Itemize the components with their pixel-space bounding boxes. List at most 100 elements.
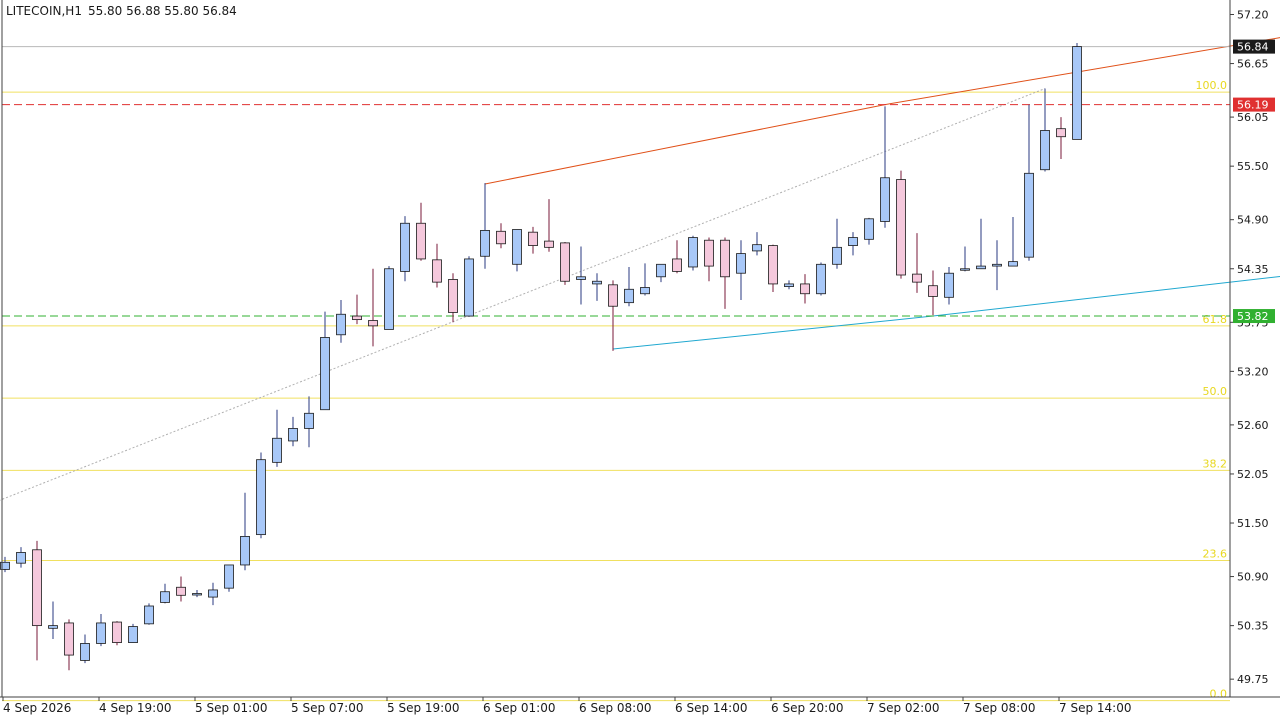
candle[interactable] bbox=[672, 240, 682, 274]
candle[interactable] bbox=[512, 229, 522, 272]
candle-body bbox=[400, 222, 410, 272]
candle[interactable] bbox=[464, 256, 474, 317]
upper-trend-line[interactable] bbox=[484, 37, 1280, 185]
y-tick-label: 57.20 bbox=[1237, 8, 1269, 21]
candle[interactable] bbox=[352, 294, 362, 325]
candle[interactable] bbox=[80, 634, 90, 664]
candle-body bbox=[928, 285, 938, 297]
candle[interactable] bbox=[624, 266, 634, 307]
candle[interactable] bbox=[256, 452, 266, 539]
candle[interactable] bbox=[448, 273, 458, 323]
candle[interactable] bbox=[688, 235, 698, 271]
candle[interactable] bbox=[768, 244, 778, 292]
candle-body bbox=[592, 280, 602, 285]
x-tick-label: 6 Sep 01:00 bbox=[483, 701, 555, 715]
candle[interactable] bbox=[640, 263, 650, 296]
candle[interactable] bbox=[240, 492, 250, 571]
candle[interactable] bbox=[208, 582, 218, 606]
candle[interactable] bbox=[32, 540, 42, 661]
candlestick-chart[interactable]: 100.0 61.8 50.0 38.2 23.6 0.0 57.20 56.65 56.05… bbox=[0, 0, 1280, 720]
candle[interactable] bbox=[928, 270, 938, 316]
candle-body bbox=[944, 272, 954, 298]
candle[interactable] bbox=[288, 416, 298, 447]
candle-body bbox=[752, 244, 762, 252]
candle[interactable] bbox=[720, 237, 730, 309]
candle[interactable] bbox=[176, 576, 186, 602]
candle[interactable] bbox=[64, 619, 74, 671]
candle[interactable] bbox=[880, 106, 890, 228]
candle[interactable] bbox=[1072, 43, 1082, 140]
candle[interactable] bbox=[528, 226, 538, 254]
candle[interactable] bbox=[736, 240, 746, 300]
candle-body bbox=[48, 625, 58, 629]
candle[interactable] bbox=[704, 237, 714, 282]
candle[interactable] bbox=[544, 199, 554, 252]
candle[interactable] bbox=[896, 170, 906, 279]
y-tick-label: 50.90 bbox=[1237, 571, 1269, 584]
candle-body bbox=[80, 643, 90, 661]
candle-body bbox=[480, 229, 490, 257]
fib-label: 0.0 bbox=[1210, 688, 1228, 701]
fib-label: 50.0 bbox=[1203, 385, 1228, 398]
candle[interactable] bbox=[816, 262, 826, 296]
candle-body bbox=[688, 237, 698, 268]
candle-body bbox=[1072, 46, 1082, 140]
candle[interactable] bbox=[192, 589, 202, 598]
candle[interactable] bbox=[144, 603, 154, 625]
candle[interactable] bbox=[160, 583, 170, 604]
candle[interactable] bbox=[304, 396, 314, 448]
candle[interactable] bbox=[832, 218, 842, 269]
candle[interactable] bbox=[496, 223, 506, 249]
candle[interactable] bbox=[272, 409, 282, 467]
candle-body bbox=[960, 268, 970, 271]
candle[interactable] bbox=[96, 614, 106, 647]
candle[interactable] bbox=[656, 263, 666, 283]
candle[interactable] bbox=[992, 240, 1002, 291]
x-tick-label: 7 Sep 14:00 bbox=[1059, 701, 1131, 715]
diagonal-dotted-line[interactable] bbox=[0, 88, 1046, 501]
candle-body bbox=[384, 268, 394, 330]
candle[interactable] bbox=[752, 232, 762, 256]
candle-body bbox=[160, 591, 170, 603]
candle[interactable] bbox=[112, 621, 122, 646]
candle[interactable] bbox=[976, 218, 986, 270]
candle[interactable] bbox=[1040, 88, 1050, 172]
candle[interactable] bbox=[1008, 217, 1018, 267]
candle[interactable] bbox=[416, 202, 426, 261]
time-axis: 4 Sep 2026 4 Sep 19:00 5 Sep 01:00 5 Sep 07… bbox=[2, 697, 1131, 715]
candles bbox=[0, 43, 1082, 671]
x-tick-label: 4 Sep 19:00 bbox=[99, 701, 171, 715]
candle[interactable] bbox=[560, 241, 570, 285]
candle[interactable] bbox=[16, 547, 26, 568]
candle-body bbox=[256, 459, 266, 536]
candle[interactable] bbox=[384, 266, 394, 330]
candle-body bbox=[544, 240, 554, 248]
candle[interactable] bbox=[128, 623, 138, 643]
fibonacci-levels: 100.0 61.8 50.0 38.2 23.6 0.0 bbox=[2, 79, 1230, 702]
candle[interactable] bbox=[576, 246, 586, 305]
candle-body bbox=[1040, 130, 1050, 171]
candle[interactable] bbox=[592, 273, 602, 301]
candle[interactable] bbox=[336, 299, 346, 343]
candle-body bbox=[192, 593, 202, 596]
candle[interactable] bbox=[784, 280, 794, 290]
candle[interactable] bbox=[960, 246, 970, 272]
candle-body bbox=[1056, 128, 1066, 138]
candle-body bbox=[112, 621, 122, 643]
x-tick-label: 6 Sep 14:00 bbox=[675, 701, 747, 715]
candle[interactable] bbox=[480, 183, 490, 269]
candle[interactable] bbox=[224, 564, 234, 592]
candle[interactable] bbox=[864, 217, 874, 245]
candle[interactable] bbox=[912, 233, 922, 293]
candle[interactable] bbox=[800, 274, 810, 304]
candle-body bbox=[896, 179, 906, 276]
candle[interactable] bbox=[400, 216, 410, 282]
candle[interactable] bbox=[944, 266, 954, 305]
candle[interactable] bbox=[1024, 104, 1034, 261]
y-tick-label: 51.50 bbox=[1237, 517, 1269, 530]
candle[interactable] bbox=[48, 601, 58, 640]
candle[interactable] bbox=[368, 268, 378, 347]
candle[interactable] bbox=[848, 232, 858, 256]
candle[interactable] bbox=[1056, 117, 1066, 160]
candle[interactable] bbox=[432, 243, 442, 288]
